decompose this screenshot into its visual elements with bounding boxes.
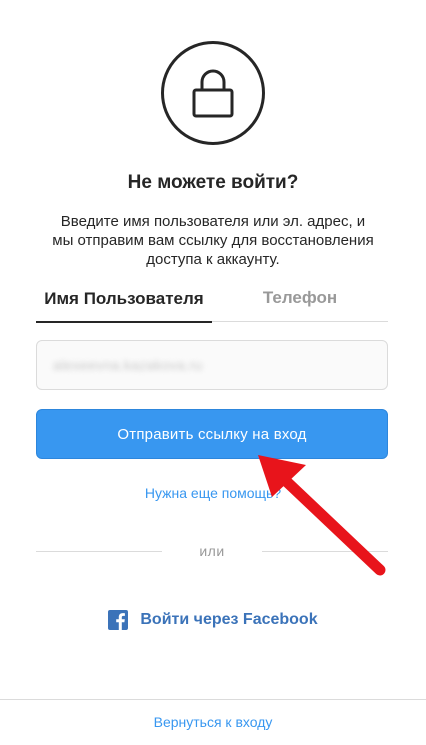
username-input[interactable]: alexeevna.kazakova.ru bbox=[36, 340, 388, 390]
divider-line-left bbox=[36, 551, 162, 552]
divider-line-right bbox=[262, 551, 388, 552]
facebook-icon bbox=[108, 610, 129, 630]
send-login-link-button[interactable]: Отправить ссылку на вход bbox=[36, 409, 388, 459]
username-input-value: alexeevna.kazakova.ru bbox=[53, 357, 203, 373]
facebook-login-button[interactable]: Войти через Facebook bbox=[0, 608, 426, 632]
page-title: Не можете войти? bbox=[127, 172, 299, 193]
facebook-login-label: Войти через Facebook bbox=[140, 611, 318, 628]
back-to-login-link[interactable]: Вернуться к входу bbox=[0, 714, 426, 730]
need-more-help-link[interactable]: Нужна еще помощь? bbox=[0, 485, 426, 501]
recovery-method-tabs: Имя Пользователя Телефон bbox=[36, 274, 388, 323]
divider-or-label: или bbox=[199, 543, 225, 559]
tab-username[interactable]: Имя Пользователя bbox=[36, 274, 212, 322]
tab-phone[interactable]: Телефон bbox=[212, 274, 388, 322]
annotation-arrow-icon bbox=[258, 455, 386, 576]
active-tab-indicator bbox=[36, 321, 212, 323]
bottom-bar: Вернуться к входу bbox=[0, 699, 426, 745]
lock-icon bbox=[192, 69, 234, 118]
lock-icon-circle bbox=[161, 41, 265, 145]
instructions-text: Введите имя пользователя или эл. адрес, … bbox=[52, 213, 374, 268]
